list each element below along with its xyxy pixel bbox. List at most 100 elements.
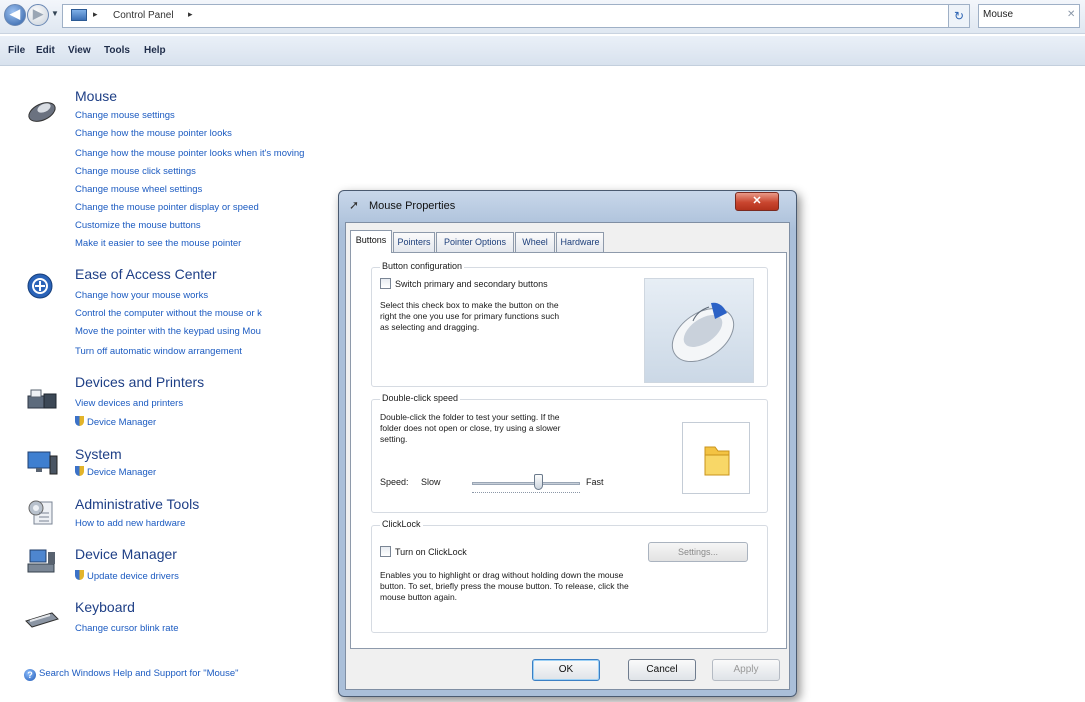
double-click-desc-line: setting. [380,434,408,444]
mouse-properties-dialog: ➚ Mouse Properties ✕ Buttons Pointers Po… [338,190,797,697]
apply-button[interactable]: Apply [712,659,780,681]
breadcrumb-chevron-icon[interactable]: ▸ [93,9,98,20]
switch-buttons-label[interactable]: Switch primary and secondary buttons [395,279,548,289]
result-title-devices-printers[interactable]: Devices and Printers [75,374,204,390]
result-title-keyboard[interactable]: Keyboard [75,599,135,615]
help-search-link[interactable]: ? Search Windows Help and Support for "Mo… [24,668,238,681]
link-add-new-hardware[interactable]: How to add new hardware [75,518,185,529]
dialog-title-bar[interactable]: ➚ Mouse Properties ✕ [339,191,796,221]
speed-label: Speed: [380,477,409,487]
mouse-illustration-icon [671,302,735,363]
clicklock-desc-line: Enables you to highlight or drag without… [380,570,624,580]
menu-tools[interactable]: Tools [104,45,130,56]
menu-view[interactable]: View [68,45,91,56]
printer-icon [27,389,57,409]
speed-slider-track[interactable] [472,482,580,485]
button-config-desc-line: as selecting and dragging. [380,322,480,332]
result-title-system[interactable]: System [75,446,122,462]
control-panel-icon [71,9,87,21]
link-customize-buttons[interactable]: Customize the mouse buttons [75,220,201,231]
link-change-mouse-settings[interactable]: Change mouse settings [75,110,175,121]
breadcrumb-chevron-icon[interactable]: ▸ [188,9,193,20]
link-window-arrangement[interactable]: Turn off automatic window arrangement [75,346,242,357]
result-title-device-manager[interactable]: Device Manager [75,546,177,562]
mouse-image [644,278,754,383]
keyboard-icon [25,612,59,628]
close-button[interactable]: ✕ [735,192,779,211]
dialog-body: Buttons Pointers Pointer Options Wheel H… [345,222,790,690]
help-icon: ? [24,669,36,681]
double-click-speed-title: Double-click speed [380,393,461,403]
forward-button[interactable]: ▶ [27,4,49,26]
search-input[interactable] [983,9,1053,20]
link-update-device-drivers[interactable]: Update device drivers [75,570,179,582]
clicklock-settings-button[interactable]: Settings... [648,542,748,562]
double-click-description: Double-click the folder to test your set… [380,412,561,445]
link-pointer-moving[interactable]: Change how the mouse pointer looks when … [75,148,304,159]
link-cursor-blink-rate[interactable]: Change cursor blink rate [75,623,179,634]
recent-pages-dropdown-icon[interactable]: ▼ [51,9,59,18]
link-pointer-display-speed[interactable]: Change the mouse pointer display or spee… [75,202,259,213]
clicklock-desc-line: mouse button again. [380,592,458,602]
clicklock-label[interactable]: Turn on ClickLock [395,547,467,557]
help-search-text[interactable]: Search Windows Help and Support for "Mou… [39,668,238,679]
menu-help[interactable]: Help [144,45,166,56]
tab-pointer-options[interactable]: Pointer Options [436,232,514,252]
button-configuration-title: Button configuration [380,261,465,271]
folder-icon [704,446,730,476]
mouse-icon [28,102,56,122]
link-move-pointer-keypad[interactable]: Move the pointer with the keypad using M… [75,326,261,337]
administrative-tools-icon [28,500,53,525]
double-click-desc-line: folder does not open or close, try using… [380,423,561,433]
switch-buttons-checkbox-row[interactable]: Switch primary and secondary buttons [380,278,548,289]
buttons-tab-panel: Button configuration Switch primary and … [350,252,787,649]
tab-pointers[interactable]: Pointers [393,232,435,252]
button-config-desc-line: right the one you use for primary functi… [380,311,560,321]
clicklock-desc-line: button. To set, briefly press the mouse … [380,581,629,591]
ok-button[interactable]: OK [532,659,600,681]
speed-slow-label: Slow [421,477,441,487]
link-view-devices-printers[interactable]: View devices and printers [75,398,183,409]
clicklock-checkbox-row[interactable]: Turn on ClickLock [380,546,467,557]
link-how-mouse-works[interactable]: Change how your mouse works [75,290,208,301]
clear-search-icon[interactable]: ✕ [1067,9,1075,20]
link-control-without-mouse[interactable]: Control the computer without the mouse o… [75,308,262,319]
cancel-button[interactable]: Cancel [628,659,696,681]
result-title-ease-of-access[interactable]: Ease of Access Center [75,266,217,282]
tab-buttons[interactable]: Buttons [350,230,392,253]
speed-slider-thumb[interactable] [533,474,543,490]
speed-row: Speed: Slow [380,477,441,487]
link-wheel-settings[interactable]: Change mouse wheel settings [75,184,202,195]
back-button[interactable]: ◀ [4,4,26,26]
double-click-speed-group: Double-click speed Double-click the fold… [371,393,768,513]
back-arrow-icon: ◀ [10,6,20,21]
tab-wheel[interactable]: Wheel [515,232,555,252]
link-pointer-looks[interactable]: Change how the mouse pointer looks [75,128,232,139]
breadcrumb-control-panel[interactable]: Control Panel [113,10,174,21]
system-computer-icon [27,451,58,475]
link-device-manager[interactable]: Device Manager [75,466,156,478]
tab-hardware[interactable]: Hardware [556,232,604,252]
control-panel-window: ◀ ▶ ▼ ▸ Control Panel ▸ ▼ ↻ ✕ File Edit … [0,0,1085,702]
clicklock-title: ClickLock [380,519,423,529]
switch-buttons-checkbox[interactable] [380,278,391,289]
link-easier-to-see-pointer[interactable]: Make it easier to see the mouse pointer [75,238,241,249]
clicklock-checkbox[interactable] [380,546,391,557]
dialog-title: Mouse Properties [369,200,456,212]
menu-file[interactable]: File [8,45,25,56]
result-title-mouse[interactable]: Mouse [75,88,117,104]
link-device-manager[interactable]: Device Manager [75,416,156,428]
refresh-button[interactable]: ↻ [948,4,970,28]
result-title-administrative-tools[interactable]: Administrative Tools [75,496,199,512]
menu-edit[interactable]: Edit [36,45,55,56]
speed-fast-label: Fast [586,477,604,487]
search-box[interactable]: ✕ [978,4,1080,28]
clicklock-description: Enables you to highlight or drag without… [380,570,629,603]
link-click-settings[interactable]: Change mouse click settings [75,166,196,177]
forward-arrow-icon: ▶ [33,6,43,21]
test-folder-area[interactable] [682,422,750,494]
button-config-description: Select this check box to make the button… [380,300,559,333]
speed-slider-ticks [472,492,580,495]
breadcrumb[interactable]: ▸ Control Panel ▸ ▼ [62,4,999,28]
clicklock-group: ClickLock Turn on ClickLock Settings... … [371,519,768,633]
